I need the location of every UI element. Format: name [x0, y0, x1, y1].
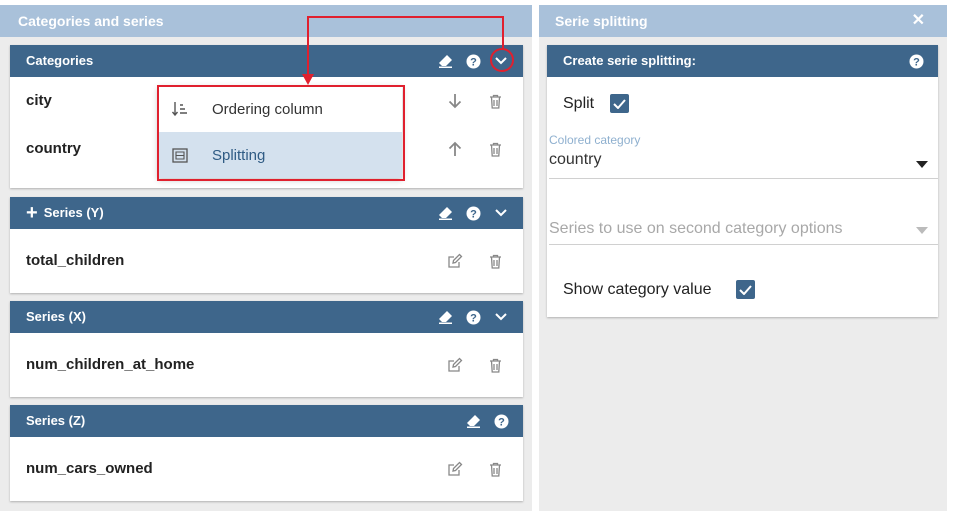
app-root: Categories and series Categories ? city …: [0, 0, 954, 511]
annotation-arrow: [302, 16, 504, 85]
